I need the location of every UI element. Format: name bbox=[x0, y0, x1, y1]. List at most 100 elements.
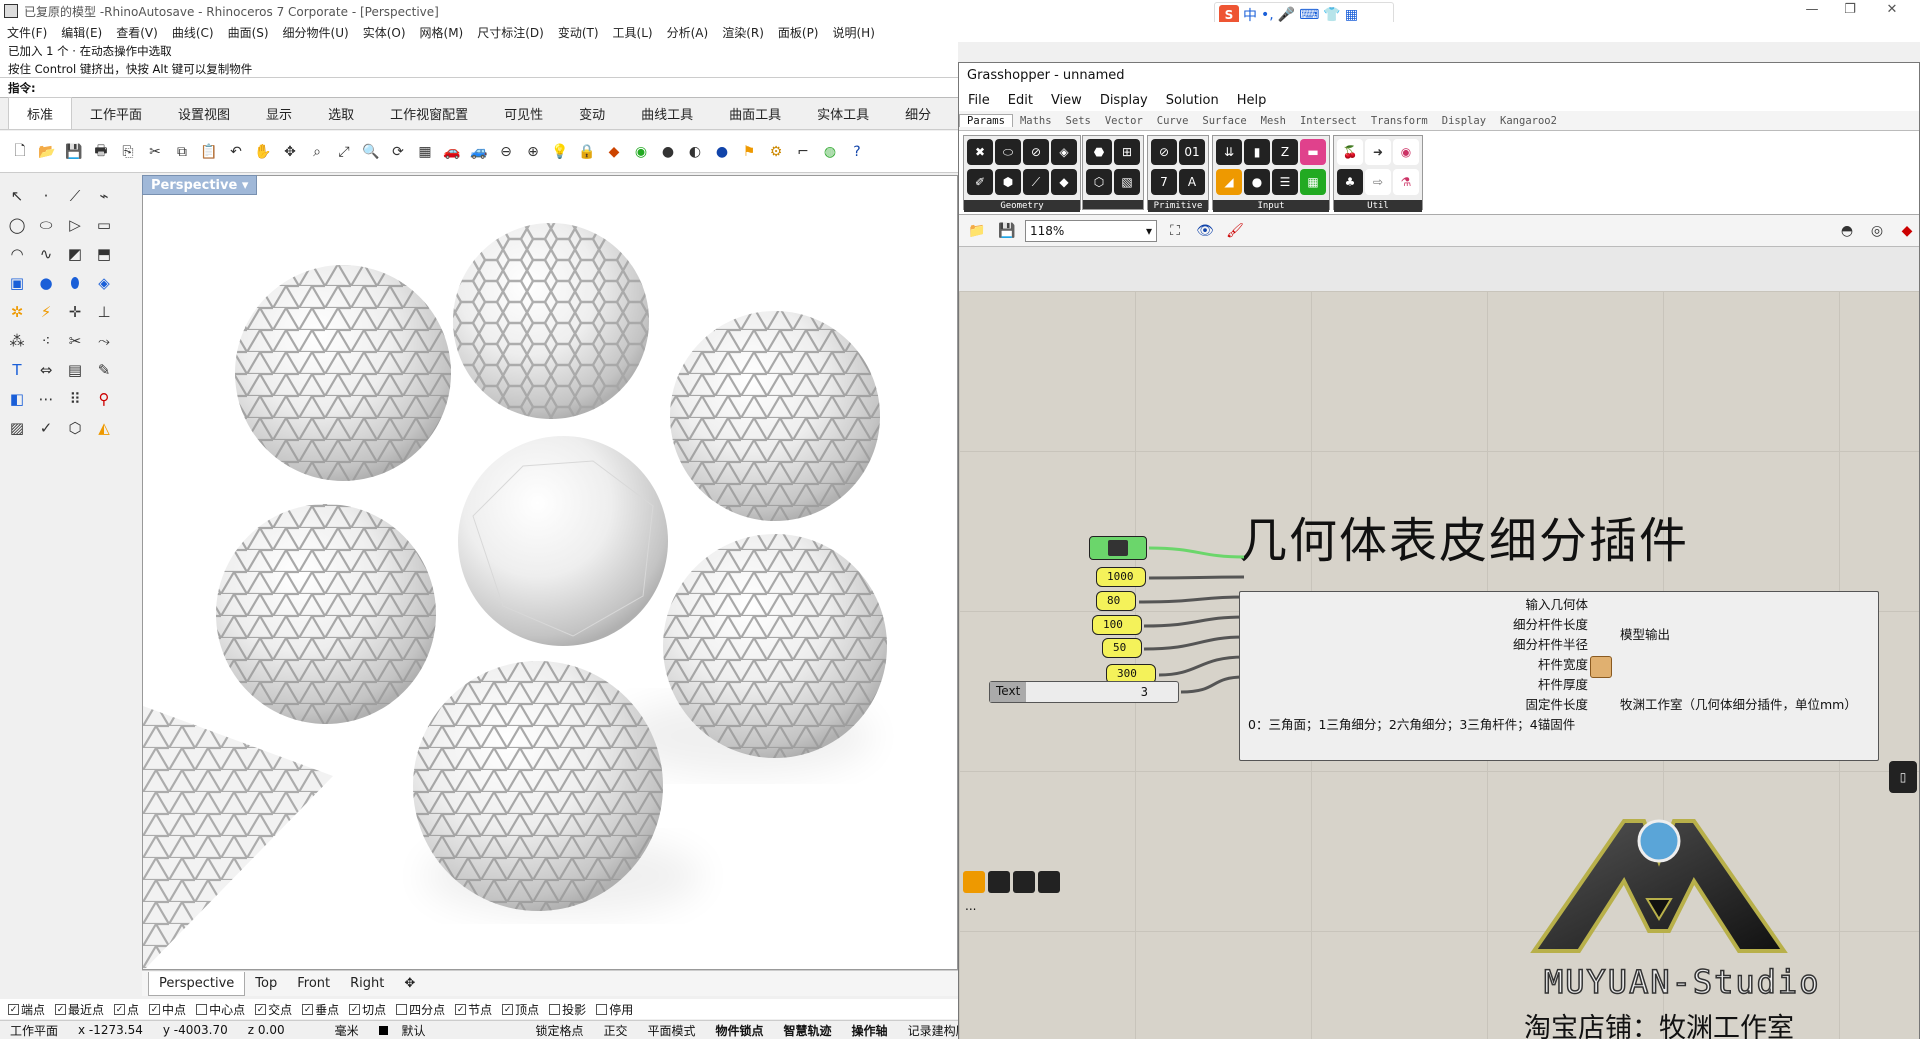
apps-grid-icon[interactable]: ▦ bbox=[1345, 7, 1358, 23]
download-icon[interactable] bbox=[1013, 871, 1035, 893]
gh-category-tab-4[interactable]: Curve bbox=[1150, 115, 1196, 127]
side-tab-icon[interactable]: ▯ bbox=[1889, 761, 1917, 793]
menu-item-6[interactable]: 实体(O) bbox=[356, 24, 413, 41]
input-strut-thickness[interactable]: 杆件厚度 bbox=[1538, 674, 1588, 693]
save-doc-icon[interactable]: 💾 bbox=[995, 219, 1019, 243]
snap-checkbox-2[interactable]: ✓ 点 bbox=[114, 1001, 139, 1018]
geometry-param[interactable] bbox=[1089, 536, 1147, 560]
button-icon[interactable]: ● bbox=[1244, 169, 1270, 195]
lattice-sphere[interactable] bbox=[663, 534, 887, 758]
paste-icon[interactable]: 📋 bbox=[197, 140, 221, 164]
status-layer[interactable]: 默认 bbox=[369, 1022, 446, 1039]
toolbar-tab-9[interactable]: 曲面工具 bbox=[711, 98, 799, 129]
polygon-icon[interactable]: ▷ bbox=[62, 212, 88, 238]
preview-shaded-icon[interactable]: ◓ bbox=[1835, 219, 1859, 243]
flag-icon[interactable]: ⚑ bbox=[737, 140, 761, 164]
input-strut-width[interactable]: 杆件宽度 bbox=[1538, 654, 1588, 673]
split-icon[interactable]: ⤳ bbox=[91, 328, 117, 354]
surface-corner-icon[interactable]: ◩ bbox=[62, 241, 88, 267]
matrix-icon[interactable]: ▦ bbox=[1300, 169, 1326, 195]
cylinder-icon[interactable]: ⬮ bbox=[62, 270, 88, 296]
extrude-icon[interactable]: ⬒ bbox=[91, 241, 117, 267]
arrow-right-icon[interactable]: ➜ bbox=[1365, 139, 1391, 165]
copy-icon[interactable]: ⧉ bbox=[170, 140, 194, 164]
gh-category-tab-2[interactable]: Sets bbox=[1059, 115, 1098, 127]
light-icon[interactable]: 💡 bbox=[548, 140, 572, 164]
output-studio[interactable]: 牧渊工作室（几何体细分插件，单位mm） bbox=[1620, 694, 1857, 713]
param-number-icon[interactable]: 01 bbox=[1179, 139, 1205, 165]
menu-item-10[interactable]: 工具(L) bbox=[606, 24, 660, 41]
status-cplane[interactable]: 工作平面 bbox=[0, 1022, 68, 1039]
param-surface-icon[interactable]: ◈ bbox=[1051, 139, 1077, 165]
toolbar-tab-8[interactable]: 曲线工具 bbox=[623, 98, 711, 129]
param-circle-icon[interactable]: ⬭ bbox=[995, 139, 1021, 165]
color-swatch-icon[interactable]: ▬ bbox=[1300, 139, 1326, 165]
param-brep-icon[interactable]: ⬣ bbox=[1086, 139, 1112, 165]
status-osnap[interactable]: 物件锁点 bbox=[706, 1022, 774, 1039]
align-icon[interactable]: ⊥ bbox=[91, 299, 117, 325]
layout-icon[interactable]: ⋯ bbox=[33, 386, 59, 412]
cplane-icon[interactable]: ⊖ bbox=[494, 140, 518, 164]
options-gear-icon[interactable]: ⚙ bbox=[764, 140, 788, 164]
snap-checkbox-3[interactable]: ✓ 中点 bbox=[149, 1001, 186, 1018]
slider-icon[interactable]: ⇊ bbox=[1216, 139, 1242, 165]
shaded-sphere-icon[interactable]: ● bbox=[656, 140, 680, 164]
snap-checkbox-10[interactable]: ✓ 顶点 bbox=[502, 1001, 539, 1018]
gh-category-tab-10[interactable]: Kangaroo2 bbox=[1493, 115, 1564, 127]
zoom-extents-icon[interactable]: ⛶ bbox=[1163, 219, 1187, 243]
menu-item-3[interactable]: 曲线(C) bbox=[165, 24, 221, 41]
lattice-sphere[interactable] bbox=[670, 311, 880, 521]
render-sphere-icon[interactable]: ◐ bbox=[683, 140, 707, 164]
viewport-tab-0[interactable]: Perspective bbox=[148, 971, 246, 996]
gh-menu-item-4[interactable]: Solution bbox=[1157, 93, 1228, 108]
toolbar-tab-0[interactable]: 标准 bbox=[8, 97, 73, 129]
dimension-icon[interactable]: ⌐ bbox=[791, 140, 815, 164]
snap-checkbox-6[interactable]: ✓ 垂点 bbox=[302, 1001, 339, 1018]
rectangle-icon[interactable]: ▭ bbox=[91, 212, 117, 238]
maximize-button[interactable]: ❐ bbox=[1838, 2, 1862, 18]
status-grid-snap[interactable]: 锁定格点 bbox=[445, 1022, 593, 1039]
zoom-window-icon[interactable]: ⌕ bbox=[305, 140, 329, 164]
status-gumball[interactable]: 操作轴 bbox=[842, 1022, 898, 1039]
zoom-dynamic-icon[interactable]: ⟳ bbox=[386, 140, 410, 164]
input-mode[interactable]: 0：三角面；1三角细分；2六角细分；3三角杆件；4锚固件 bbox=[1248, 714, 1575, 733]
polyline-icon[interactable]: ⟋ bbox=[62, 183, 88, 209]
menu-item-11[interactable]: 分析(A) bbox=[660, 24, 716, 41]
bake-icon[interactable] bbox=[988, 871, 1010, 893]
trim-icon[interactable]: ✂ bbox=[62, 328, 88, 354]
lattice-panel[interactable] bbox=[143, 706, 333, 970]
preview-eye-icon[interactable]: 👁 bbox=[1193, 219, 1217, 243]
faceted-solid-sphere[interactable] bbox=[458, 436, 668, 646]
snap-checkbox-12[interactable]: 停用 bbox=[596, 1001, 633, 1018]
toolbar-tab-6[interactable]: 可见性 bbox=[486, 98, 561, 129]
gh-category-tab-3[interactable]: Vector bbox=[1098, 115, 1150, 127]
circle-icon[interactable]: ◯ bbox=[4, 212, 30, 238]
subdivision-component[interactable]: 输入几何体 细分杆件长度 细分杆件半径 杆件宽度 杆件厚度 固定件长度 0：三角… bbox=[1239, 591, 1879, 761]
arc-icon[interactable]: ◠ bbox=[4, 241, 30, 267]
number-slider[interactable]: 1000 bbox=[1096, 567, 1146, 587]
param-geometry-icon[interactable]: ▧ bbox=[1114, 169, 1140, 195]
open-file-icon[interactable]: 📂 bbox=[35, 140, 59, 164]
box-icon[interactable]: ▣ bbox=[4, 270, 30, 296]
toolbar-tab-2[interactable]: 设置视图 bbox=[160, 98, 248, 129]
menu-item-4[interactable]: 曲面(S) bbox=[221, 24, 276, 41]
toolbar-tab-11[interactable]: 细分 bbox=[887, 98, 949, 129]
menu-item-5[interactable]: 细分物件(U) bbox=[276, 24, 356, 41]
toolbar-tab-3[interactable]: 显示 bbox=[248, 98, 310, 129]
snap-checkbox-1[interactable]: ✓ 最近点 bbox=[55, 1001, 104, 1018]
gh-menu-item-2[interactable]: View bbox=[1042, 93, 1091, 108]
perspective-viewport[interactable] bbox=[142, 175, 958, 970]
color-wheel-icon[interactable]: ◉ bbox=[629, 140, 653, 164]
param-box-icon[interactable]: ⬢ bbox=[995, 169, 1021, 195]
input-fixer-length[interactable]: 固定件长度 bbox=[1525, 694, 1588, 713]
command-prompt[interactable]: 指令: bbox=[0, 78, 958, 98]
solid-tools-icon[interactable]: ◧ bbox=[4, 386, 30, 412]
param-boolean-icon[interactable]: ⊘ bbox=[1151, 139, 1177, 165]
group-icon[interactable]: ⁖ bbox=[33, 328, 59, 354]
punctuation-icon[interactable]: •, bbox=[1261, 7, 1274, 23]
gh-category-tab-9[interactable]: Display bbox=[1435, 115, 1493, 127]
lattice-sphere[interactable] bbox=[235, 265, 451, 481]
check-icon[interactable]: ✓ bbox=[33, 415, 59, 441]
open-doc-icon[interactable]: 📁 bbox=[965, 219, 989, 243]
undo-icon[interactable]: ↶ bbox=[224, 140, 248, 164]
